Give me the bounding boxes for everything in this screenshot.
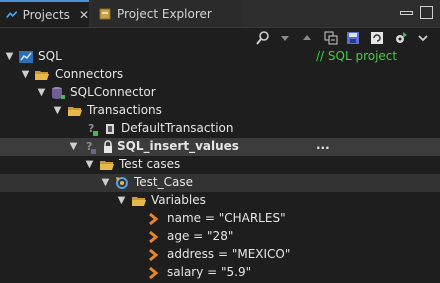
database-icon <box>52 87 65 99</box>
tree-item-test-cases[interactable]: ▼ Test cases <box>0 156 440 174</box>
chevron-down-icon[interactable]: ▼ <box>68 141 79 152</box>
tree-item-transactions[interactable]: ▼ Transactions <box>0 102 440 120</box>
tree-item-connectors[interactable]: ▼ Connectors <box>0 66 440 84</box>
chevron-down-icon[interactable]: ▼ <box>84 159 95 170</box>
tab-project-explorer-label: Project Explorer <box>117 6 212 21</box>
variable-icon <box>149 212 159 226</box>
tree-label: SQLConnector <box>70 85 156 99</box>
tree-label: Test cases <box>119 157 181 171</box>
folder-open-icon <box>68 107 82 116</box>
view-tab-bar: Projects ✕ Project Explorer <box>0 0 440 28</box>
view-toolbar <box>0 28 440 48</box>
tree-item-sql[interactable]: ▼ SQL // SQL project <box>0 48 440 66</box>
tree-item-default-transaction[interactable]: ? DefaultTransaction <box>0 120 440 138</box>
tab-projects-label: Projects <box>22 7 70 22</box>
explorer-icon <box>99 8 111 19</box>
transaction-status-icon: ? <box>86 140 96 154</box>
tab-project-explorer[interactable]: Project Explorer <box>92 0 242 27</box>
chevron-down-icon[interactable]: ▼ <box>52 105 63 116</box>
tree-label: Connectors <box>55 67 124 81</box>
tree-item-sql-insert-values[interactable]: ▼ ? SQL_insert_values ... <box>0 138 440 156</box>
refresh-icon[interactable] <box>368 29 386 47</box>
tree-label: age = "28" <box>167 229 234 243</box>
transaction-status-icon: ? <box>88 122 98 136</box>
variable-icon <box>149 248 159 262</box>
tree-item-variables[interactable]: ▼ Variables <box>0 192 440 210</box>
minimize-icon[interactable] <box>400 11 413 15</box>
view-menu-icon[interactable] <box>414 29 432 47</box>
tree-label: Transactions <box>87 103 162 117</box>
tree-label: Test_Case <box>134 175 193 189</box>
tree-label: address = "MEXICO" <box>167 247 291 261</box>
folder-open-icon <box>35 71 49 80</box>
chevron-down-icon[interactable]: ▼ <box>20 69 31 80</box>
collapse-all-icon[interactable] <box>322 29 340 47</box>
arrow-up-icon[interactable] <box>298 29 316 47</box>
folder-open-icon <box>132 197 146 206</box>
test-case-icon <box>116 177 128 189</box>
tree-item-variable[interactable]: address = "MEXICO" <box>0 246 440 264</box>
tab-projects[interactable]: Projects ✕ <box>0 0 89 27</box>
chevron-down-icon[interactable]: ▼ <box>4 51 15 62</box>
variable-icon <box>149 266 159 280</box>
tree-label: SQL <box>38 49 62 63</box>
close-icon[interactable]: ✕ <box>79 8 89 22</box>
tree-label: salary = "5.9" <box>167 265 252 279</box>
folder-open-icon <box>100 161 114 170</box>
tree-label: Variables <box>151 193 206 207</box>
project-comment: // SQL project <box>316 49 398 63</box>
tree-item-variable[interactable]: age = "28" <box>0 228 440 246</box>
lock-icon <box>106 124 114 134</box>
settings-icon[interactable] <box>392 29 410 47</box>
save-icon[interactable] <box>344 29 362 47</box>
chevron-down-icon[interactable]: ▼ <box>116 195 127 206</box>
maximize-icon[interactable] <box>420 6 433 19</box>
projects-icon <box>6 10 18 18</box>
tree-item-sqlconnector[interactable]: ▼ SQLConnector <box>0 84 440 102</box>
project-icon <box>19 51 33 63</box>
more-button[interactable]: ... <box>316 138 330 152</box>
lock-icon <box>104 140 112 153</box>
chevron-down-icon[interactable]: ▼ <box>100 177 111 188</box>
tree-label: name = "CHARLES" <box>167 211 286 225</box>
variable-icon <box>149 230 159 244</box>
tree-item-test-case[interactable]: ▼ Test_Case <box>0 174 440 192</box>
tree-item-variable[interactable]: salary = "5.9" <box>0 264 440 282</box>
tree-label: DefaultTransaction <box>121 121 234 135</box>
arrow-down-icon[interactable] <box>276 29 294 47</box>
chevron-down-icon[interactable]: ▼ <box>36 87 47 98</box>
tree-label: SQL_insert_values <box>117 139 239 153</box>
search-icon[interactable] <box>254 29 272 47</box>
tree-item-variable[interactable]: name = "CHARLES" <box>0 210 440 228</box>
